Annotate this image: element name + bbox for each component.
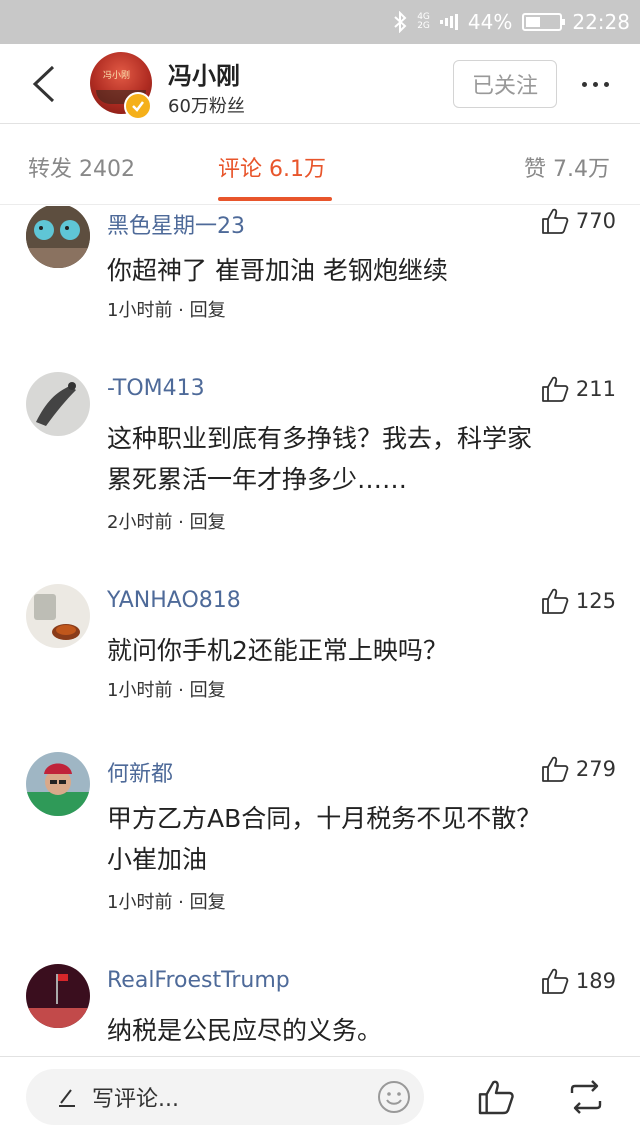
comment-line: 小崔加油	[107, 845, 208, 874]
emoji-icon[interactable]	[376, 1079, 412, 1115]
thumb-up-icon	[542, 756, 569, 782]
repost-icon[interactable]	[566, 1077, 606, 1117]
avatar[interactable]	[26, 584, 90, 648]
reply-link[interactable]: 回复	[190, 512, 226, 533]
tab-comments[interactable]: 评论 6.1万	[218, 151, 326, 183]
like-button[interactable]: 211	[540, 374, 616, 404]
comment-time: 1小时前	[107, 680, 173, 701]
signal-icon	[439, 14, 458, 30]
comment-text: 纳税是公民应尽的义务。	[107, 1010, 617, 1051]
tab-bar: 转发 2402 评论 6.1万 赞 7.4万	[0, 125, 640, 205]
comment-line: 你超神了 崔哥加油 老钢炮继续	[107, 256, 448, 285]
comment-meta: 1小时前 · 回复	[107, 680, 226, 701]
like-count: 189	[575, 969, 616, 993]
battery-fill	[526, 17, 541, 27]
comment-meta: 1小时前 · 回复	[107, 892, 226, 913]
thumb-up-icon	[542, 376, 569, 402]
tab-repost[interactable]: 转发 2402	[28, 151, 135, 183]
comment-username[interactable]: -TOM413	[107, 376, 205, 401]
comment-input-placeholder: 写评论...	[92, 1087, 179, 1112]
comment-text: 这种职业到底有多挣钱？我去，科学家 累死累活一年才挣多少……	[107, 418, 617, 500]
reply-link[interactable]: 回复	[190, 300, 226, 321]
comment-username[interactable]: 黑色星期一23	[107, 208, 245, 240]
like-count: 211	[575, 377, 616, 401]
like-button[interactable]: 770	[540, 206, 616, 236]
tab-likes[interactable]: 赞 7.4万	[524, 151, 610, 183]
comment-text: 甲方乙方AB合同，十月税务不见不散？ 小崔加油	[107, 798, 617, 880]
comment-line: 就问你手机2还能正常上映吗？	[107, 636, 448, 665]
like-button[interactable]: 125	[540, 586, 616, 616]
network-type: 4G 2G	[417, 13, 430, 31]
back-button[interactable]	[22, 62, 66, 106]
comment-input[interactable]: 写评论...	[26, 1069, 424, 1125]
comment-time: 2小时前	[107, 512, 173, 533]
thumb-up-icon	[542, 208, 569, 234]
battery-percent: 44%	[467, 10, 513, 34]
comment-line: 累死累活一年才挣多少……	[107, 465, 408, 494]
comment-meta: 1小时前 · 回复	[107, 300, 226, 321]
like-count: 770	[575, 209, 616, 233]
thumb-up-icon	[542, 968, 569, 994]
avatar-text: 冯小刚	[103, 71, 131, 81]
comment-username[interactable]: RealFroestTrump	[107, 968, 290, 993]
like-count: 279	[575, 757, 616, 781]
more-icon[interactable]	[570, 62, 620, 106]
comment-meta: 2小时前 · 回复	[107, 512, 226, 533]
avatar[interactable]	[26, 964, 90, 1028]
fans-count: 60万粉丝	[168, 96, 245, 117]
comment-username[interactable]: 何新都	[107, 756, 173, 788]
profile-header: 冯小刚 冯小刚 60万粉丝 已关注	[0, 44, 640, 124]
bottom-action-bar: 写评论...	[0, 1056, 640, 1137]
comment-time: 1小时前	[107, 300, 173, 321]
comment-line: 纳税是公民应尽的义务。	[107, 1016, 383, 1045]
comment-text: 你超神了 崔哥加油 老钢炮继续	[107, 250, 617, 291]
thumb-up-icon	[542, 588, 569, 614]
profile-name[interactable]: 冯小刚	[168, 56, 240, 91]
clock: 22:28	[572, 10, 630, 34]
comment-text: 就问你手机2还能正常上映吗？	[107, 630, 617, 671]
avatar[interactable]	[26, 372, 90, 436]
reply-link[interactable]: 回复	[190, 680, 226, 701]
network-bottom-label: 2G	[417, 21, 430, 31]
back-arrow-icon	[32, 65, 55, 103]
pen-icon	[59, 1089, 75, 1107]
tab-active-indicator	[218, 197, 332, 201]
comment-line: 这种职业到底有多挣钱？我去，科学家	[107, 424, 533, 453]
avatar[interactable]	[26, 752, 90, 816]
verified-icon	[124, 92, 152, 120]
status-bar: 4G 2G 44% 22:28	[0, 0, 640, 44]
comment-time: 1小时前	[107, 892, 173, 913]
bluetooth-icon	[393, 11, 407, 33]
like-button[interactable]: 279	[540, 754, 616, 784]
comment-username[interactable]: YANHAO818	[107, 588, 241, 613]
follow-button[interactable]: 已关注	[453, 60, 557, 108]
comment-line: 甲方乙方AB合同，十月税务不见不散？	[107, 804, 542, 833]
battery-icon	[522, 13, 566, 31]
like-button[interactable]: 189	[540, 966, 616, 996]
reply-link[interactable]: 回复	[190, 892, 226, 913]
thumb-up-icon[interactable]	[476, 1077, 516, 1117]
like-count: 125	[575, 589, 616, 613]
avatar[interactable]	[26, 206, 90, 268]
comment-list: 黑色星期一23 770 你超神了 崔哥加油 老钢炮继续 1小时前 · 回复 -T…	[0, 206, 640, 1056]
